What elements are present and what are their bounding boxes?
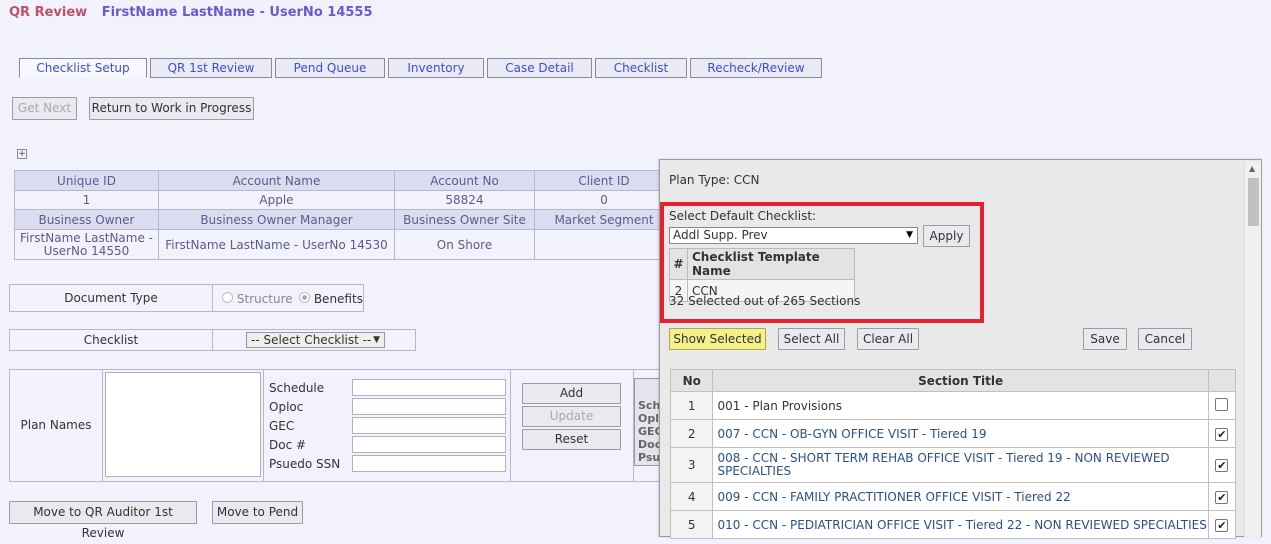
oploc-input[interactable] (352, 398, 506, 415)
structure-radio[interactable] (222, 292, 233, 303)
benefits-radio[interactable] (299, 292, 310, 303)
chevron-down-icon: ▼ (373, 335, 380, 345)
schedule-label: Schedule (269, 381, 325, 395)
row-checkbox[interactable]: ✔ (1215, 490, 1229, 504)
scrollbar-thumb[interactable] (1248, 178, 1259, 226)
plan-names-label: Plan Names (10, 370, 103, 481)
clear-all-button[interactable]: Clear All (857, 328, 919, 350)
checklist-label: Checklist (10, 330, 213, 350)
add-button[interactable]: Add (522, 383, 621, 404)
document-type-row: Document Type Structure Benefits (9, 284, 364, 312)
row-no: 1 (669, 391, 714, 420)
header-unique-id: Unique ID (14, 170, 159, 191)
scroll-up-icon[interactable]: ▲ (1249, 164, 1255, 173)
header-business-owner: Business Owner (14, 209, 159, 230)
gec-input[interactable] (352, 417, 506, 434)
tab-qr-1st-review[interactable]: QR 1st Review (150, 58, 272, 78)
doc-no-label: Doc # (269, 438, 307, 452)
tab-checklist-setup[interactable]: Checklist Setup (19, 58, 147, 78)
checklist-select-value: -- Select Checklist -- (251, 333, 372, 347)
dialog-scrollbar[interactable]: ▲ (1244, 162, 1261, 537)
doc-type-structure-option[interactable]: Structure (222, 292, 293, 306)
row-checkbox[interactable] (1215, 397, 1229, 411)
row-no: 2 (669, 419, 714, 448)
table-row: 1 001 - Plan Provisions (669, 391, 1237, 420)
header-client-id: Client ID (534, 170, 674, 191)
table-row: 5 010 - CCN - PEDIATRICIAN OFFICE VISIT … (669, 510, 1237, 539)
business-owner-site-value: On Shore (394, 229, 535, 260)
doc-type-benefits-option[interactable]: Benefits (299, 292, 363, 306)
user-name: FirstName LastName - UserNo 14555 (101, 5, 373, 20)
checklist-row: Checklist -- Select Checklist -- ▼ (9, 329, 416, 351)
col-check-header (1207, 369, 1237, 392)
psuedo-ssn-input[interactable] (352, 455, 506, 472)
account-name-value: Apple (158, 190, 395, 210)
account-no-value: 58824 (394, 190, 535, 210)
business-owner-manager-value: FirstName LastName - UserNo 14530 (158, 229, 395, 260)
document-type-label: Document Type (10, 285, 213, 311)
return-wip-button[interactable]: Return to Work in Progress (89, 97, 254, 120)
row-checkbox[interactable]: ✔ (1215, 459, 1229, 472)
tab-checklist[interactable]: Checklist (595, 58, 687, 78)
checklist-select[interactable]: -- Select Checklist -- ▼ (246, 332, 385, 348)
psuedo-ssn-label: Psuedo SSN (269, 457, 341, 471)
header-business-owner-manager: Business Owner Manager (158, 209, 395, 230)
col-no-header: No (669, 369, 714, 392)
divider (263, 370, 264, 481)
row-title: 007 - CCN - OB-GYN OFFICE VISIT - Tiered… (712, 419, 1209, 448)
oploc-label: Oploc (269, 400, 304, 414)
table-row: 2 007 - CCN - OB-GYN OFFICE VISIT - Tier… (669, 419, 1237, 448)
row-title: 001 - Plan Provisions (712, 391, 1209, 420)
reset-button[interactable]: Reset (522, 429, 621, 450)
expand-icon[interactable]: + (17, 149, 27, 159)
schedule-input[interactable] (352, 379, 506, 396)
row-no: 5 (669, 510, 714, 539)
app-title: QR Review (9, 5, 88, 20)
plan-type-text: Plan Type: CCN (669, 173, 760, 187)
tab-pend-queue[interactable]: Pend Queue (275, 58, 385, 78)
page-header: QR Review FirstName LastName - UserNo 14… (9, 5, 373, 20)
sections-table: No Section Title 1 001 - Plan Provisions… (669, 369, 1237, 539)
row-no: 4 (669, 482, 714, 511)
unique-id-value: 1 (14, 190, 159, 210)
show-selected-button[interactable]: Show Selected (669, 328, 766, 350)
row-title: 008 - CCN - SHORT TERM REHAB OFFICE VISI… (712, 447, 1209, 483)
structure-label: Structure (236, 292, 293, 306)
tab-recheck-review[interactable]: Recheck/Review (690, 58, 822, 78)
move-to-pend-button[interactable]: Move to Pend (212, 501, 303, 524)
header-account-no: Account No (394, 170, 535, 191)
divider (510, 370, 511, 481)
market-segment-value (534, 229, 674, 260)
row-checkbox[interactable]: ✔ (1215, 427, 1229, 441)
header-market-segment: Market Segment (534, 209, 674, 230)
row-no: 3 (669, 447, 714, 483)
table-row: 4 009 - CCN - FAMILY PRACTITIONER OFFICE… (669, 482, 1237, 511)
cancel-button[interactable]: Cancel (1138, 328, 1192, 350)
benefits-label: Benefits (313, 292, 363, 306)
highlight-box (660, 202, 984, 323)
col-section-title-header: Section Title (712, 369, 1209, 392)
plan-names-textarea[interactable] (105, 372, 261, 477)
account-info-table: Unique ID Account Name Account No Client… (14, 170, 674, 260)
row-checkbox[interactable]: ✔ (1215, 518, 1229, 532)
table-row: 3 008 - CCN - SHORT TERM REHAB OFFICE VI… (669, 447, 1237, 483)
business-owner-value: FirstName LastName - UserNo 14550 (14, 229, 159, 260)
client-id-value: 0 (534, 190, 674, 210)
tab-inventory[interactable]: Inventory (388, 58, 484, 78)
move-to-qr-auditor-button[interactable]: Move to QR Auditor 1st Review (9, 501, 197, 540)
plan-section: Plan Names Schedule Oploc GEC Doc # Psue… (9, 369, 669, 482)
row-title: 009 - CCN - FAMILY PRACTITIONER OFFICE V… (712, 482, 1209, 511)
row-title: 010 - CCN - PEDIATRICIAN OFFICE VISIT - … (712, 510, 1209, 539)
tab-case-detail[interactable]: Case Detail (487, 58, 592, 78)
save-button[interactable]: Save (1083, 328, 1127, 350)
header-account-name: Account Name (158, 170, 395, 191)
header-business-owner-site: Business Owner Site (394, 209, 535, 230)
get-next-button[interactable]: Get Next (12, 97, 77, 120)
update-button[interactable]: Update (522, 406, 621, 427)
gec-label: GEC (269, 419, 295, 433)
doc-no-input[interactable] (352, 436, 506, 453)
select-all-button[interactable]: Select All (778, 328, 845, 350)
